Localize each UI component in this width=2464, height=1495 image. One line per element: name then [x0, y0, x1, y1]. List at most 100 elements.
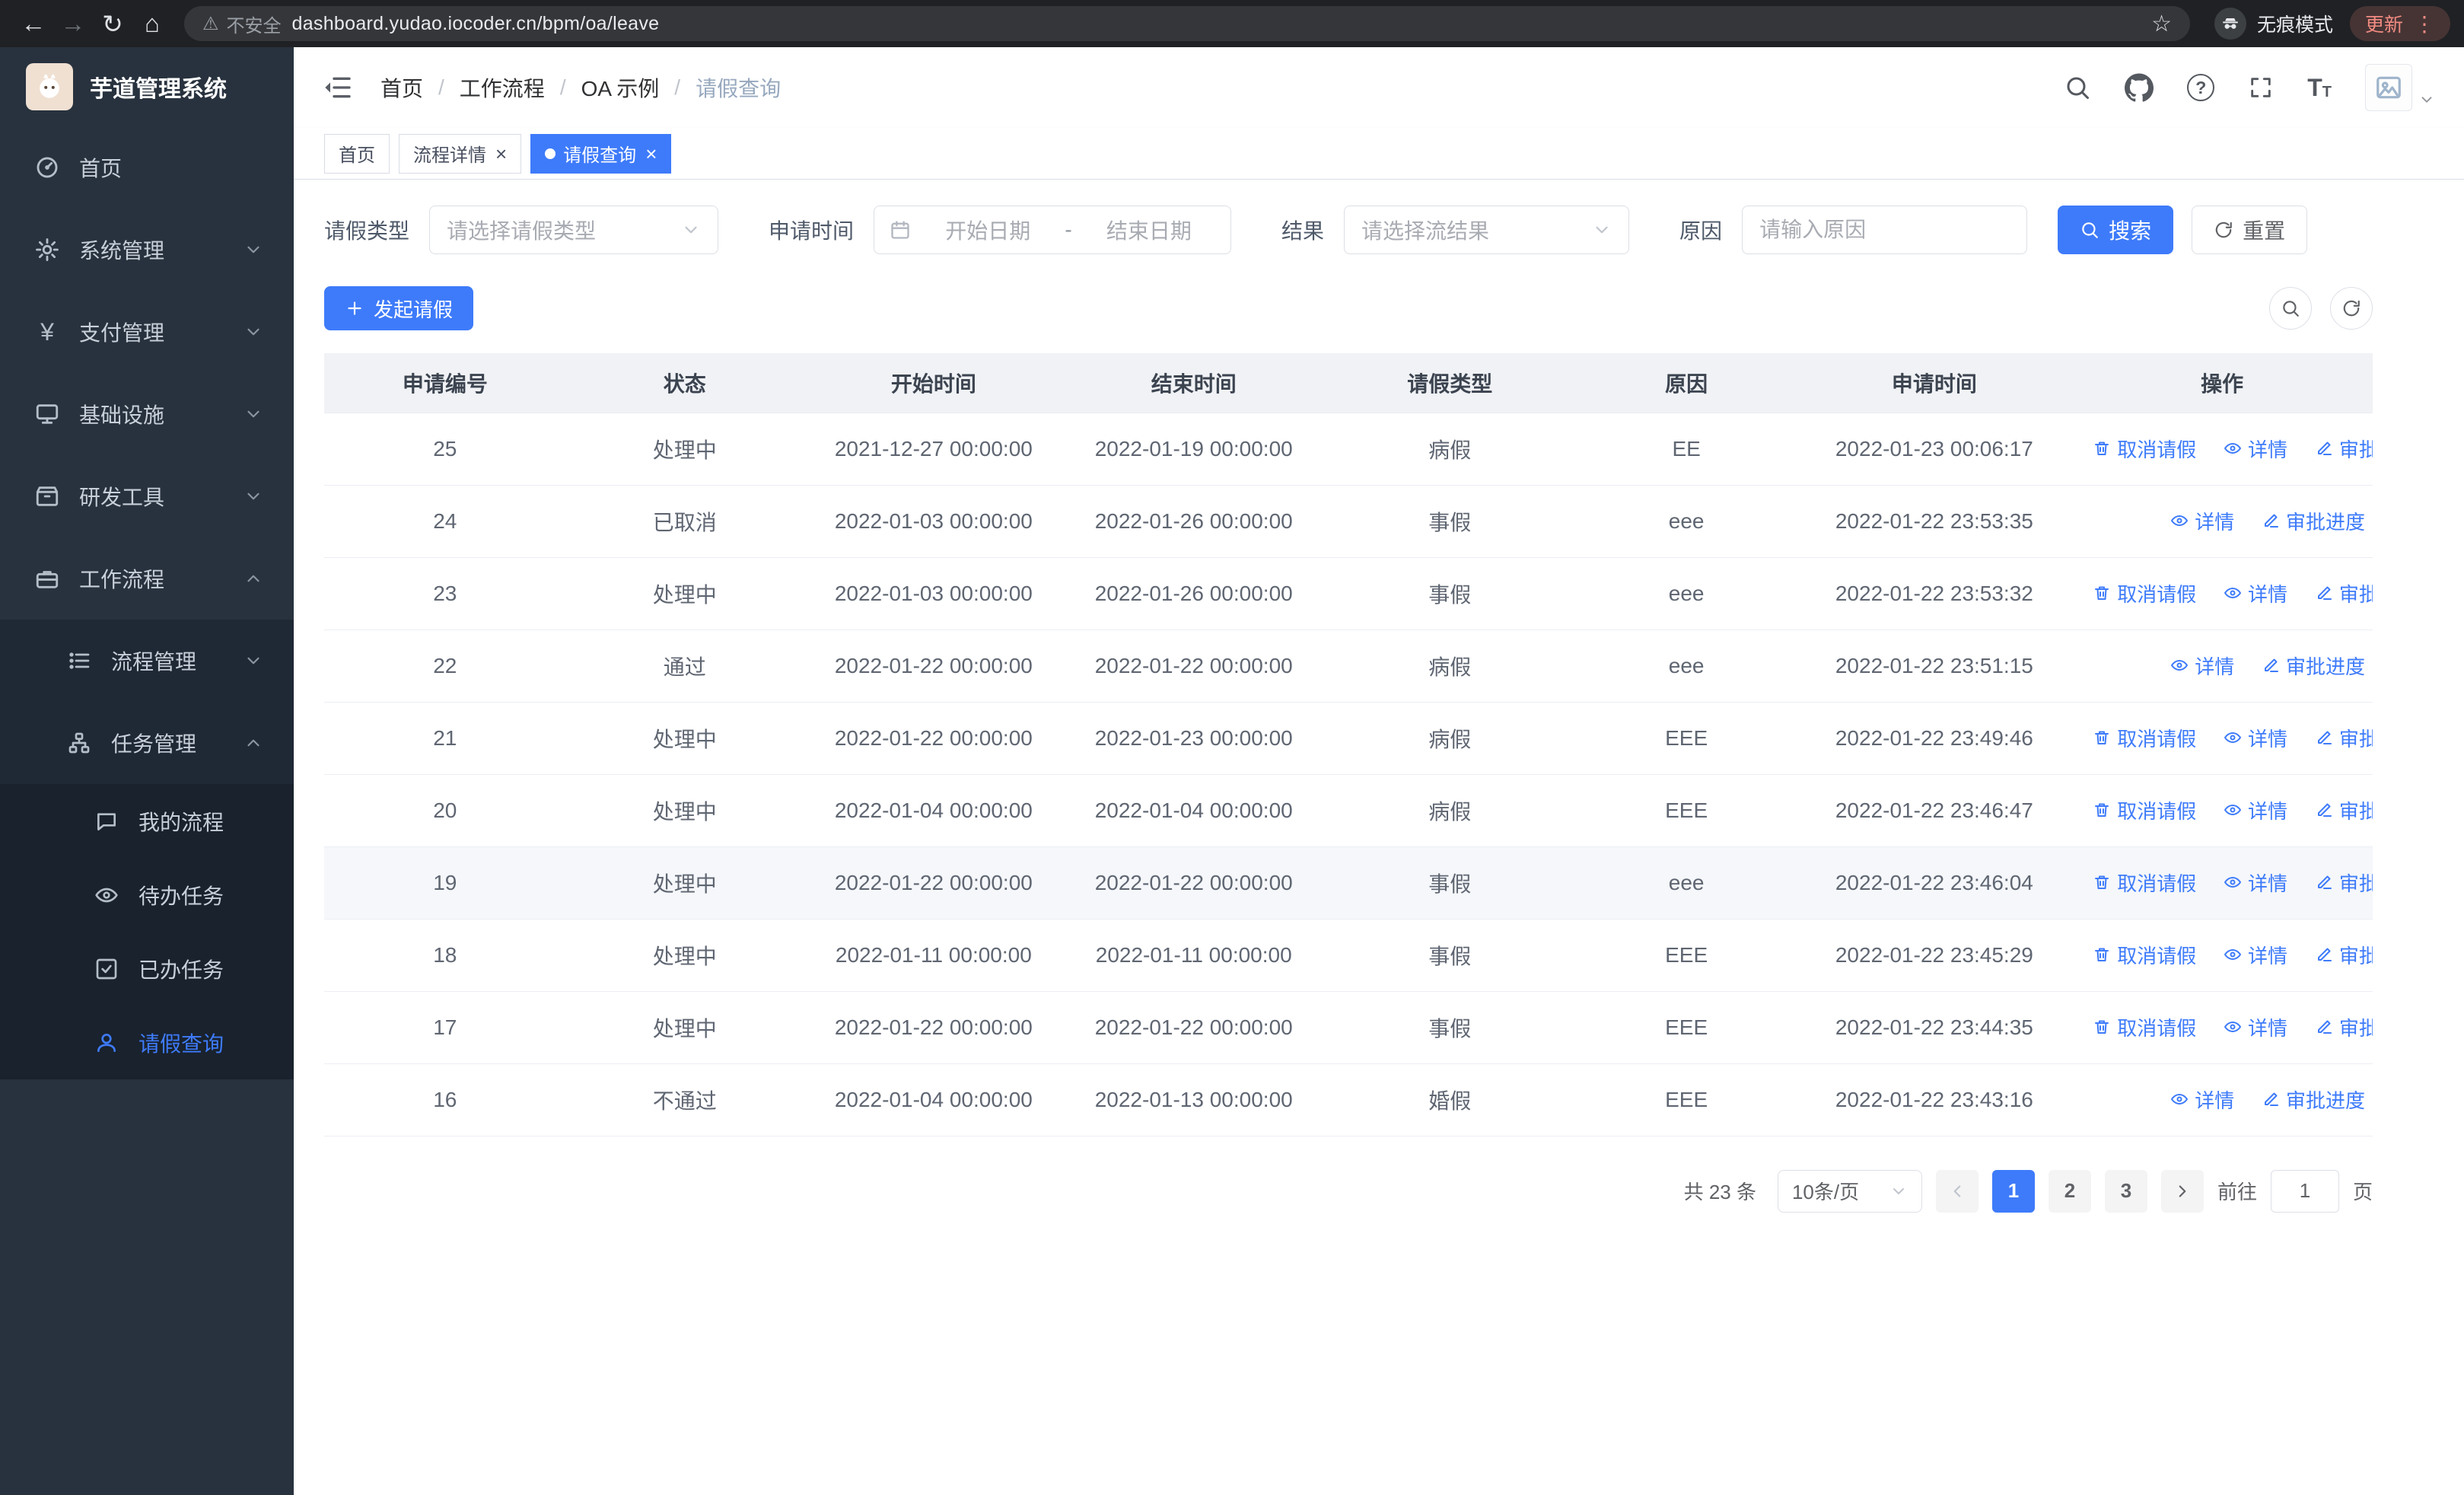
close-icon[interactable]: × — [645, 144, 657, 164]
toggle-search-button[interactable] — [2269, 287, 2312, 330]
tab-process-detail[interactable]: 流程详情 × — [399, 133, 522, 174]
progress-link[interactable]: 审批进度 — [2315, 1013, 2373, 1041]
table-row[interactable]: 17 处理中 2022-01-22 00:00:00 2022-01-22 00… — [324, 991, 2373, 1064]
breadcrumb-home[interactable]: 首页 — [380, 72, 423, 103]
reason-input[interactable] — [1742, 206, 2028, 254]
result-select[interactable]: 请选择流结果 — [1344, 206, 1630, 254]
cell-start-time: 2022-01-22 00:00:00 — [803, 630, 1064, 703]
user-menu[interactable] — [2365, 64, 2435, 111]
progress-link[interactable]: 审批进度 — [2315, 796, 2373, 824]
progress-link[interactable]: 审批进度 — [2262, 652, 2365, 680]
detail-link[interactable]: 详情 — [2170, 507, 2234, 535]
sidebar-item-done-tasks[interactable]: 已办任务 — [0, 932, 294, 1006]
collapse-sidebar-icon[interactable] — [323, 72, 353, 103]
browser-refresh-button[interactable]: ↻ — [93, 4, 132, 43]
breadcrumb-oa-example[interactable]: OA 示例 — [581, 72, 660, 103]
detail-link[interactable]: 详情 — [2224, 1013, 2287, 1041]
cell-reason: eee — [1575, 557, 1797, 630]
table-row[interactable]: 16 不通过 2022-01-04 00:00:00 2022-01-13 00… — [324, 1063, 2373, 1136]
sidebar-item-devtools[interactable]: 研发工具 — [0, 455, 294, 537]
cancel-leave-link[interactable]: 取消请假 — [2093, 724, 2196, 752]
sidebar-item-process-management[interactable]: 流程管理 — [0, 620, 294, 702]
progress-label: 审批进度 — [2285, 655, 2365, 678]
page-button-1[interactable]: 1 — [1991, 1169, 2035, 1213]
breadcrumb-workflow[interactable]: 工作流程 — [460, 72, 545, 103]
refresh-table-button[interactable] — [2330, 287, 2373, 330]
progress-link[interactable]: 审批进度 — [2315, 579, 2373, 607]
apply-time-range-picker[interactable]: 开始日期 - 结束日期 — [874, 206, 1232, 254]
table-row[interactable]: 23 处理中 2022-01-03 00:00:00 2022-01-26 00… — [324, 557, 2373, 630]
detail-link[interactable]: 详情 — [2224, 796, 2287, 824]
font-size-icon[interactable]: TT — [2307, 75, 2332, 100]
table-row[interactable]: 25 处理中 2021-12-27 00:00:00 2022-01-19 00… — [324, 413, 2373, 486]
sidebar-item-home[interactable]: 首页 — [0, 126, 294, 209]
detail-link[interactable]: 详情 — [2224, 579, 2287, 607]
help-icon[interactable]: ? — [2187, 74, 2215, 101]
page-size-select[interactable]: 10条/页 — [1777, 1169, 1922, 1213]
table-row[interactable]: 20 处理中 2022-01-04 00:00:00 2022-01-04 00… — [324, 774, 2373, 847]
cancel-leave-link[interactable]: 取消请假 — [2093, 869, 2196, 897]
cancel-leave-link[interactable]: 取消请假 — [2093, 435, 2196, 463]
detail-link[interactable]: 详情 — [2224, 724, 2287, 752]
sidebar-item-todo-tasks[interactable]: 待办任务 — [0, 858, 294, 932]
tab-home[interactable]: 首页 — [324, 133, 390, 174]
cancel-leave-link[interactable]: 取消请假 — [2093, 796, 2196, 824]
browser-menu-icon[interactable]: ⋮ — [2414, 11, 2435, 37]
sidebar-item-leave-query[interactable]: 请假查询 — [0, 1006, 294, 1079]
sidebar-item-infra[interactable]: 基础设施 — [0, 373, 294, 455]
table-row[interactable]: 24 已取消 2022-01-03 00:00:00 2022-01-26 00… — [324, 485, 2373, 558]
prev-page-button[interactable] — [1935, 1169, 1979, 1213]
table-row[interactable]: 21 处理中 2022-01-22 00:00:00 2022-01-23 00… — [324, 702, 2373, 775]
search-button[interactable]: 搜索 — [2058, 206, 2174, 254]
close-icon[interactable]: × — [495, 144, 507, 164]
filter-label: 请假类型 — [324, 219, 410, 243]
browser-home-button[interactable]: ⌂ — [132, 4, 172, 43]
progress-link[interactable]: 审批进度 — [2315, 435, 2373, 463]
progress-link[interactable]: 审批进度 — [2315, 869, 2373, 897]
sidebar-item-workflow[interactable]: 工作流程 — [0, 537, 294, 620]
browser-forward-button[interactable]: → — [53, 4, 93, 43]
detail-link[interactable]: 详情 — [2170, 652, 2234, 680]
progress-link[interactable]: 审批进度 — [2315, 941, 2373, 969]
detail-link[interactable]: 详情 — [2170, 1085, 2234, 1114]
sidebar-item-system[interactable]: 系统管理 — [0, 209, 294, 291]
detail-link[interactable]: 详情 — [2224, 941, 2287, 969]
page-button-3[interactable]: 3 — [2104, 1169, 2147, 1213]
table-row[interactable]: 18 处理中 2022-01-11 00:00:00 2022-01-11 00… — [324, 919, 2373, 992]
reset-button[interactable]: 重置 — [2192, 206, 2308, 254]
sidebar-item-task-management[interactable]: 任务管理 — [0, 702, 294, 784]
select-placeholder: 请选择流结果 — [1361, 219, 1490, 243]
tab-leave-query[interactable]: 请假查询 × — [530, 133, 672, 174]
cancel-leave-link[interactable]: 取消请假 — [2093, 579, 2196, 607]
leave-type-select[interactable]: 请选择请假类型 — [429, 206, 719, 254]
cancel-leave-link[interactable]: 取消请假 — [2093, 941, 2196, 969]
table-header-row: 申请编号 状态 开始时间 结束时间 请假类型 原因 申请时间 操作 — [324, 353, 2373, 413]
bookmark-star-icon[interactable]: ☆ — [2151, 11, 2172, 37]
search-icon[interactable] — [2064, 74, 2091, 101]
sidebar-item-payment[interactable]: ¥ 支付管理 — [0, 291, 294, 373]
browser-update-button[interactable]: 更新 ⋮ — [2349, 6, 2450, 41]
detail-link[interactable]: 详情 — [2224, 435, 2287, 463]
sidebar: 芋道管理系统 首页 系统管理 ¥ 支付管理 基础设施 研发工具 工作流程 流程管… — [0, 47, 294, 1495]
sidebar-item-my-processes[interactable]: 我的流程 — [0, 784, 294, 858]
security-warning[interactable]: ⚠ 不安全 — [202, 11, 282, 37]
table-row[interactable]: 22 通过 2022-01-22 00:00:00 2022-01-22 00:… — [324, 630, 2373, 703]
progress-link[interactable]: 审批进度 — [2262, 507, 2365, 535]
cell-operations: 详情 审批进度 — [2071, 630, 2373, 703]
progress-link[interactable]: 审批进度 — [2315, 724, 2373, 752]
app-logo[interactable]: 芋道管理系统 — [0, 47, 294, 126]
page-button-2[interactable]: 2 — [2048, 1169, 2091, 1213]
table-row[interactable]: 19 处理中 2022-01-22 00:00:00 2022-01-22 00… — [324, 846, 2373, 920]
cell-apply-time: 2022-01-22 23:45:29 — [1797, 919, 2072, 992]
progress-link[interactable]: 审批进度 — [2262, 1085, 2365, 1114]
next-page-button[interactable] — [2160, 1169, 2204, 1213]
cancel-leave-link[interactable]: 取消请假 — [2093, 1013, 2196, 1041]
fullscreen-icon[interactable] — [2248, 75, 2274, 100]
address-bar[interactable]: ⚠ 不安全 dashboard.yudao.iocoder.cn/bpm/oa/… — [184, 6, 2190, 41]
github-icon[interactable] — [2125, 73, 2154, 102]
browser-back-button[interactable]: ← — [14, 4, 53, 43]
create-leave-button[interactable]: 发起请假 — [324, 286, 474, 330]
chevron-up-icon — [244, 733, 263, 753]
detail-link[interactable]: 详情 — [2224, 869, 2287, 897]
goto-page-input[interactable] — [2270, 1169, 2339, 1213]
